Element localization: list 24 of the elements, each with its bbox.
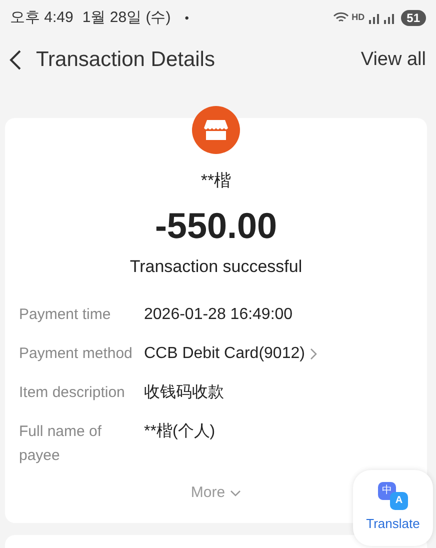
detail-label: Item description <box>19 383 126 403</box>
wifi-icon <box>332 12 349 24</box>
payee-name: **楷 <box>200 170 232 192</box>
detail-value: 收钱码收款 <box>144 383 224 403</box>
battery-badge: 51 <box>400 10 426 26</box>
chevron-down-icon <box>230 490 242 497</box>
translate-button[interactable]: 中 A Translate <box>353 470 433 546</box>
status-time: 오후 4:49 <box>10 8 74 28</box>
signal-icon <box>368 12 380 24</box>
transaction-amount: -550.00 <box>154 204 278 248</box>
detail-label: Full name of payee <box>19 422 103 466</box>
detail-value[interactable]: CCB Debit Card(9012) <box>144 342 317 366</box>
view-all-link[interactable]: View all <box>360 46 426 74</box>
page-title: Transaction Details <box>36 47 215 74</box>
signal-icon <box>382 12 395 24</box>
network-label: HD <box>352 11 365 24</box>
detail-label: Payment time <box>19 305 112 325</box>
notification-dot: • <box>184 10 189 27</box>
chevron-icon <box>310 348 317 360</box>
detail-label: Payment method <box>19 344 134 364</box>
transaction-status: Transaction successful <box>130 256 302 278</box>
detail-value: **楷(个人) <box>144 422 216 442</box>
status-date: 1월 28일 (수) <box>82 8 171 28</box>
detail-value: 2026-01-28 16:49:00 <box>144 305 293 325</box>
